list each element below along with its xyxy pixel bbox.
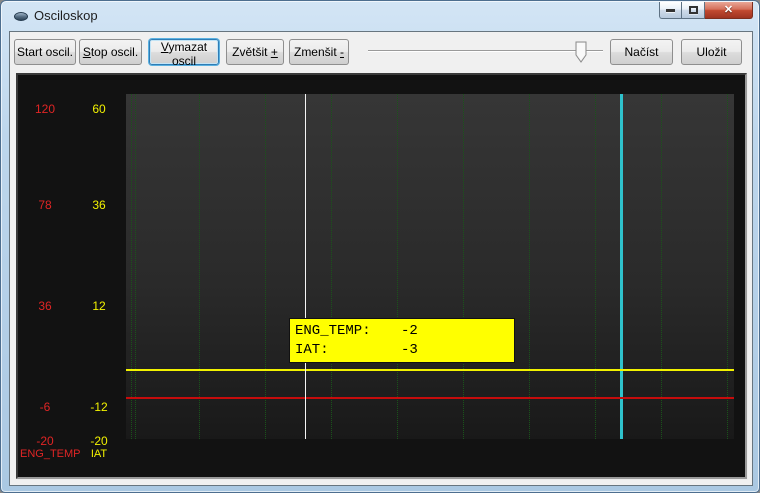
iat-axis: 60 36 12 -12 -20 IAT [74, 75, 124, 477]
axis-tick: 36 [74, 199, 124, 211]
button-label: Start oscil. [17, 45, 73, 59]
time-cursor-line [305, 94, 306, 439]
minimize-icon [666, 9, 675, 12]
maximize-button[interactable] [681, 2, 705, 19]
plot-area[interactable]: ENG_TEMP: -2 IAT: -3 [126, 94, 734, 439]
button-label: Zvětšit [232, 45, 271, 59]
maximize-icon [689, 6, 698, 14]
close-button[interactable]: ✕ [705, 2, 753, 19]
tooltip-label: ENG_TEMP: [295, 322, 401, 341]
slider-track[interactable] [368, 50, 603, 52]
app-icon [14, 12, 28, 21]
axis-tick: 36 [20, 300, 70, 312]
gridline [199, 94, 200, 439]
button-label: Uložit [696, 45, 726, 59]
zmensit-button[interactable]: Zmenšit - [289, 39, 349, 65]
ulozit-button[interactable]: Uložit [681, 39, 742, 65]
axis-tick: 12 [74, 300, 124, 312]
tooltip-value: -3 [401, 341, 418, 360]
close-icon: ✕ [724, 5, 733, 16]
button-label: Zmenšit [294, 45, 340, 59]
axis-tick: 120 [20, 103, 70, 115]
start-oscil-button[interactable]: Start oscil. [14, 39, 76, 65]
axis-tick: -6 [20, 401, 70, 413]
scope-panel: 120 78 36 -6 -20 ENG_TEMP 60 36 12 -12 -… [16, 73, 747, 479]
gridline [529, 94, 530, 439]
gridline [265, 94, 266, 439]
eng-temp-axis-name: ENG_TEMP [20, 449, 70, 460]
gridline [595, 94, 596, 439]
caption-buttons: ✕ [659, 2, 753, 19]
cursor-tooltip: ENG_TEMP: -2 IAT: -3 [289, 318, 515, 363]
zvetsit-button[interactable]: Zvětšit + [226, 39, 284, 65]
cyan-marker-line [620, 94, 623, 439]
gridline [661, 94, 662, 439]
eng-temp-trace-line [126, 397, 734, 399]
button-label: Načíst [624, 45, 658, 59]
axis-tick: -20 [74, 435, 124, 447]
gridline [463, 94, 464, 439]
gridline [331, 94, 332, 439]
nacist-button[interactable]: Načíst [610, 39, 673, 65]
zoom-slider[interactable] [368, 40, 603, 66]
axis-tick: -20 [20, 435, 70, 447]
window-title: Osciloskop [34, 8, 98, 23]
client-area: Start oscil. Stop oscil. Vymazat oscil Z… [9, 31, 753, 486]
gridline [135, 94, 136, 439]
gridline [397, 94, 398, 439]
vymazat-oscil-button[interactable]: Vymazat oscil [149, 39, 219, 65]
iat-trace-line [126, 369, 734, 371]
gridline [727, 94, 728, 439]
stop-oscil-button[interactable]: Stop oscil. [79, 39, 142, 65]
slider-thumb[interactable] [575, 41, 587, 63]
app-window: Osciloskop ✕ Start oscil. Stop oscil. Vy… [0, 0, 760, 493]
axis-tick: 78 [20, 199, 70, 211]
axis-tick: 60 [74, 103, 124, 115]
title-bar[interactable]: Osciloskop ✕ [1, 1, 759, 31]
eng-temp-axis: 120 78 36 -6 -20 ENG_TEMP [20, 75, 70, 477]
gridline [131, 94, 132, 439]
axis-tick: -12 [74, 401, 124, 413]
tooltip-value: -2 [401, 322, 418, 341]
tooltip-label: IAT: [295, 341, 401, 360]
minimize-button[interactable] [659, 2, 681, 19]
iat-axis-name: IAT [74, 449, 124, 460]
